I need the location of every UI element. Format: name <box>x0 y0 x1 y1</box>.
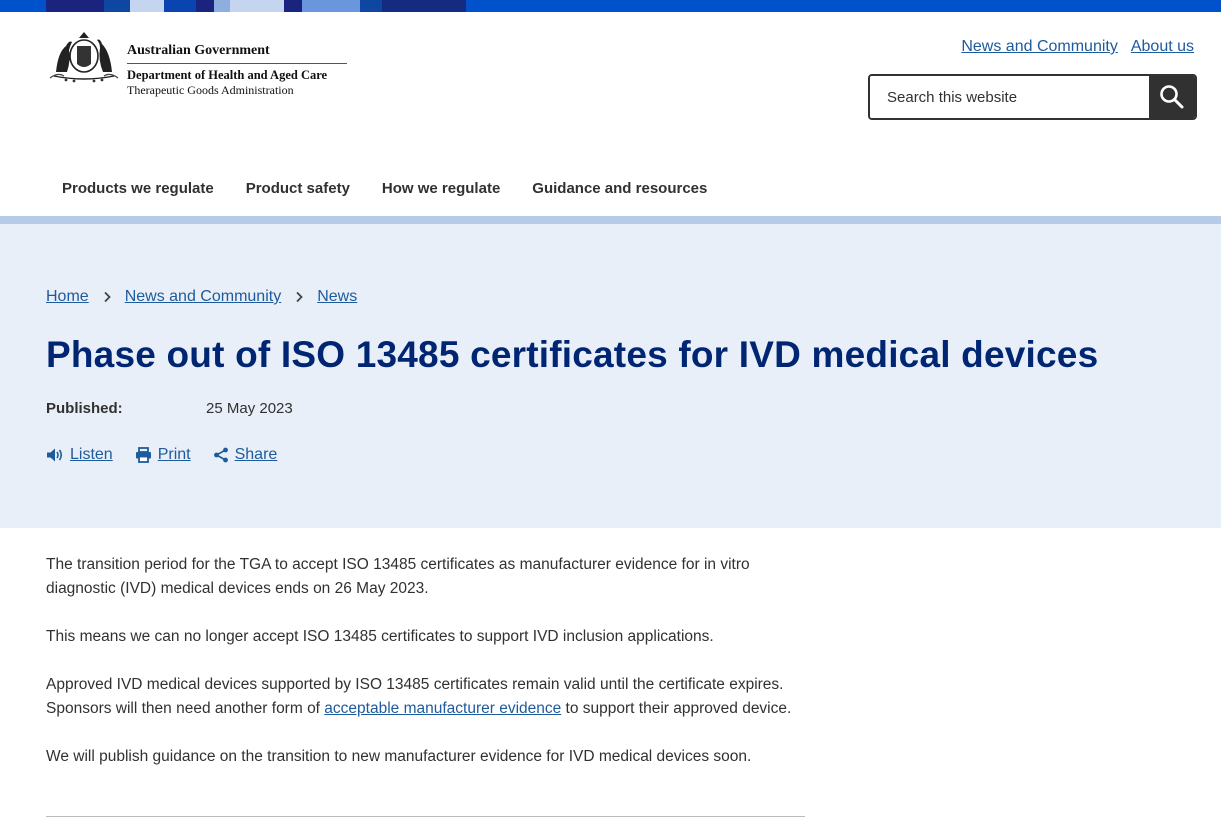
page-actions: Listen Print Share <box>46 446 299 464</box>
nav-item-how-we-regulate[interactable]: How we regulate <box>366 176 516 201</box>
nav-item-product-safety[interactable]: Product safety <box>230 176 366 201</box>
agency-name: Therapeutic Goods Administration <box>127 83 294 97</box>
main-navigation: Products we regulate Product safety How … <box>46 176 723 201</box>
published-label: Published: <box>46 400 123 417</box>
agency-logo[interactable]: Australian Government Department of Heal… <box>46 28 347 98</box>
speaker-icon <box>47 448 63 462</box>
published-date: 25 May 2023 <box>206 400 293 417</box>
article-body: The transition period for the TGA to acc… <box>46 553 806 793</box>
nav-item-products[interactable]: Products we regulate <box>46 176 230 201</box>
search-button[interactable] <box>1149 76 1195 118</box>
breadcrumb: Home News and Community News <box>46 288 357 306</box>
print-label[interactable]: Print <box>158 446 191 464</box>
share-button[interactable]: Share <box>213 446 278 464</box>
utility-link-about[interactable]: About us <box>1131 38 1194 56</box>
nav-divider <box>0 216 1221 224</box>
share-label[interactable]: Share <box>235 446 278 464</box>
chevron-right-icon <box>89 291 125 303</box>
listen-label[interactable]: Listen <box>70 446 113 464</box>
utility-links: News and Community About us <box>961 38 1194 56</box>
nav-item-guidance[interactable]: Guidance and resources <box>516 176 723 201</box>
breadcrumb-news-and-community[interactable]: News and Community <box>125 288 282 306</box>
site-header: Australian Government Department of Heal… <box>0 12 1221 216</box>
coat-of-arms-icon <box>49 32 119 83</box>
manufacturer-evidence-link[interactable]: acceptable manufacturer evidence <box>324 700 561 717</box>
department-name: Department of Health and Aged Care <box>127 68 328 82</box>
search-icon <box>1160 85 1184 109</box>
government-name: Australian Government <box>127 42 347 64</box>
site-search <box>868 74 1197 120</box>
breadcrumb-home[interactable]: Home <box>46 288 89 306</box>
agency-name-block: Australian Government Department of Heal… <box>127 42 347 97</box>
share-icon <box>213 447 228 463</box>
utility-link-news[interactable]: News and Community <box>961 38 1118 56</box>
page-hero: Home News and Community News Phase out o… <box>0 224 1221 528</box>
printer-icon <box>135 447 151 463</box>
print-button[interactable]: Print <box>135 446 191 464</box>
article-text: to support their approved device. <box>561 700 792 717</box>
article-paragraph: The transition period for the TGA to acc… <box>46 556 750 597</box>
article-paragraph: This means we can no longer accept ISO 1… <box>46 628 714 645</box>
search-input[interactable] <box>870 76 1149 118</box>
breadcrumb-news[interactable]: News <box>317 288 357 306</box>
page-title: Phase out of ISO 13485 certificates for … <box>46 334 1099 375</box>
listen-button[interactable]: Listen <box>46 446 113 464</box>
content-divider <box>46 816 805 817</box>
article-paragraph: We will publish guidance on the transiti… <box>46 748 752 765</box>
top-color-strip <box>0 0 1221 12</box>
article-paragraph: Approved IVD medical devices supported b… <box>46 673 806 721</box>
chevron-right-icon <box>281 291 317 303</box>
